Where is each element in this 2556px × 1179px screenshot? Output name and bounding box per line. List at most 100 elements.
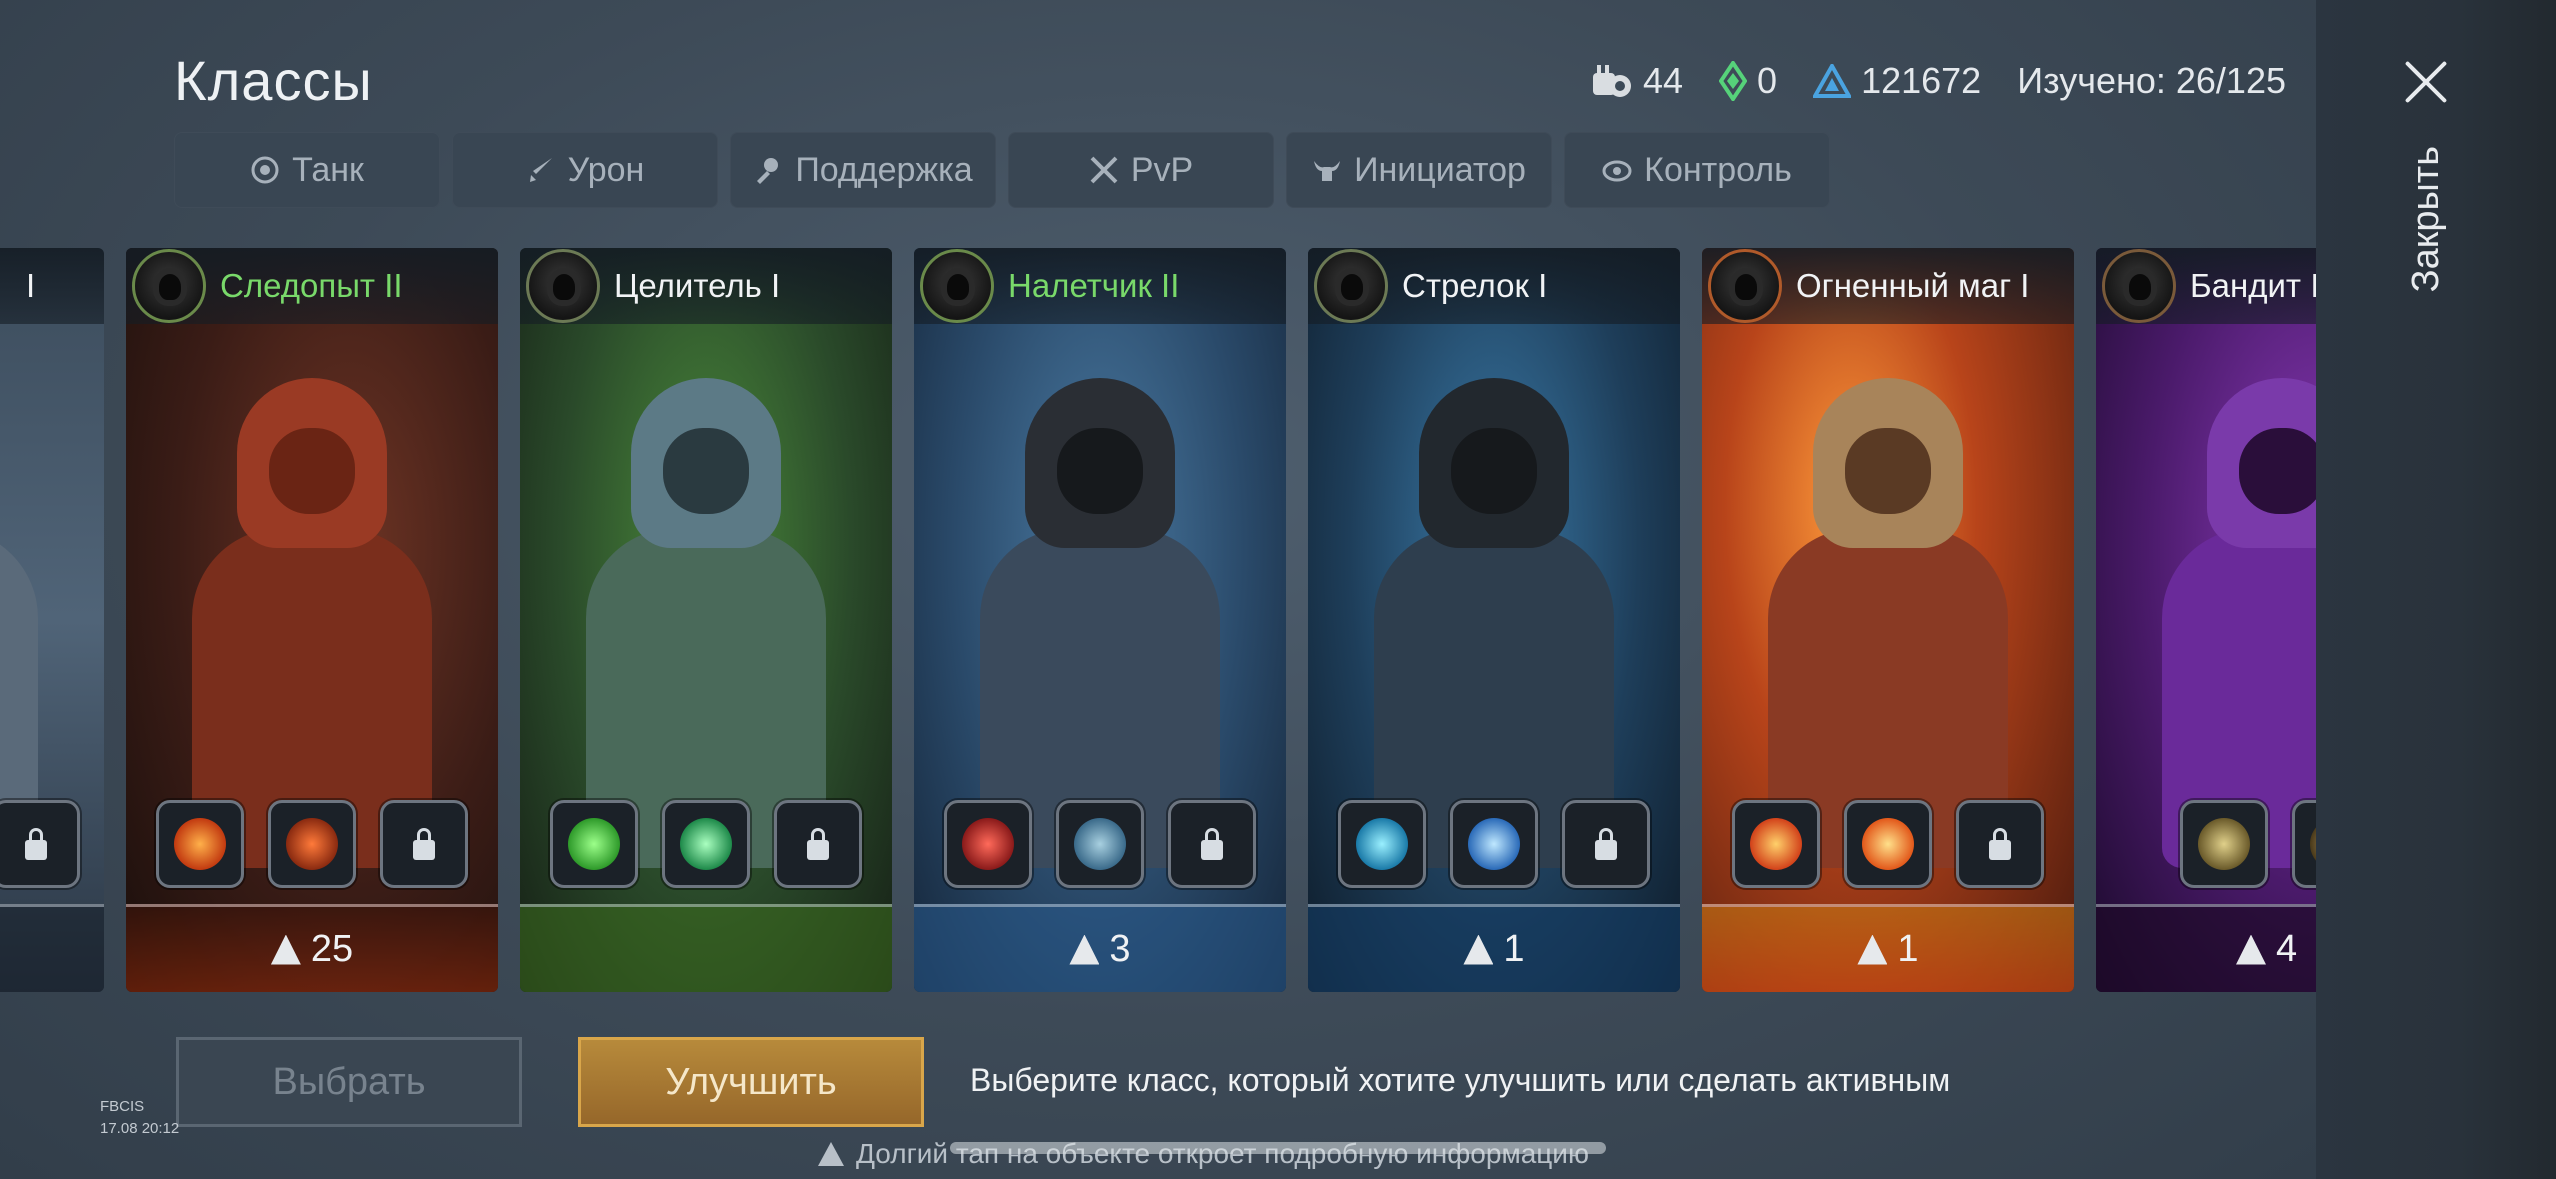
close-icon[interactable] [2402, 58, 2450, 106]
skill-slot-locked[interactable] [380, 800, 468, 888]
build-info: FBCIS 17.08 20:12 [100, 1096, 179, 1140]
studied-counter: Изучено: 26/125 [2017, 60, 2286, 101]
card-footer: 3 [914, 904, 1286, 992]
card-title: Следопыт II [220, 267, 403, 304]
skill-slot[interactable] [1056, 800, 1144, 888]
rune-icon [1069, 934, 1100, 965]
tab-initiator[interactable]: Инициатор [1286, 132, 1552, 208]
lock-icon [413, 828, 435, 860]
card-title: Налетчик II [1008, 267, 1180, 304]
skill-slot-locked[interactable] [1956, 800, 2044, 888]
card-title: Целитель I [614, 267, 781, 304]
class-card[interactable]: Огненный маг I 1 [1702, 248, 2074, 992]
card-footer: 25 [126, 904, 498, 992]
class-card[interactable]: I [0, 248, 104, 992]
rune-count: 1 [1897, 928, 1919, 970]
skill-slot[interactable] [944, 800, 1032, 888]
tab-support[interactable]: Поддержка [730, 132, 996, 208]
card-footer [0, 904, 104, 992]
rune-icon [1463, 934, 1494, 965]
lock-icon [25, 828, 47, 860]
avatar [1708, 249, 1782, 323]
page-title: Классы [174, 49, 373, 112]
tab-control[interactable]: Контроль [1564, 132, 1830, 208]
lock-icon [807, 828, 829, 860]
eye-icon [1602, 160, 1632, 182]
home-indicator[interactable] [950, 1142, 1606, 1154]
dagger-icon [529, 158, 552, 182]
blue-currency-count: 121672 [1861, 60, 1982, 101]
upgrade-button[interactable]: Улучшить [578, 1037, 924, 1127]
skill-slot[interactable] [268, 800, 356, 888]
tab-damage[interactable]: Урон [452, 132, 718, 208]
scrolls-stat: 44 [1591, 60, 1683, 102]
skill-slot[interactable] [550, 800, 638, 888]
lock-icon [1989, 828, 2011, 860]
class-cards: I Следопыт II 25 Целитель I Налетчик II [0, 248, 2316, 996]
card-footer: 1 [1702, 904, 2074, 992]
class-card[interactable]: Налетчик II 3 [914, 248, 1286, 992]
build-code: FBCIS [100, 1098, 145, 1115]
support-icon [757, 158, 779, 184]
tab-label: Поддержка [795, 150, 973, 189]
rune-count: 1 [1503, 928, 1525, 970]
select-button[interactable]: Выбрать [176, 1037, 522, 1127]
card-footer: 1 [1308, 904, 1680, 992]
avatar [920, 249, 994, 323]
blue-currency-stat: 121672 [1813, 60, 1981, 102]
avatar [1314, 249, 1388, 323]
class-card[interactable]: Следопыт II 25 [126, 248, 498, 992]
rune-icon [270, 934, 301, 965]
skill-slot[interactable] [1732, 800, 1820, 888]
card-title: Бандит I [2190, 267, 2316, 304]
close-panel[interactable]: Закрыть [2316, 0, 2556, 1179]
rune-icon [1857, 934, 1888, 965]
skill-slot[interactable] [2292, 800, 2316, 888]
class-filter-tabs: Танк Урон Поддержка PvP Инициатор Контро… [174, 132, 1830, 208]
rune-count: 25 [310, 928, 354, 970]
skill-slot-locked[interactable] [774, 800, 862, 888]
green-gem-icon [1719, 61, 1748, 101]
skill-slot-locked[interactable] [1168, 800, 1256, 888]
class-card[interactable]: Целитель I [520, 248, 892, 992]
green-currency-count: 0 [1757, 60, 1778, 101]
rune-count: 4 [2276, 928, 2298, 970]
skill-slot[interactable] [1338, 800, 1426, 888]
skill-slot[interactable] [1844, 800, 1932, 888]
avatar [526, 249, 600, 323]
rune-icon [2236, 934, 2266, 965]
lock-icon [1595, 828, 1617, 860]
tab-label: Инициатор [1354, 150, 1526, 189]
card-title: Огненный маг I [1796, 267, 2030, 304]
skill-slot[interactable] [156, 800, 244, 888]
skill-slot-locked[interactable] [0, 800, 80, 888]
class-card[interactable]: Бандит I 4 [2096, 248, 2316, 992]
crossed-swords-icon [1090, 156, 1118, 184]
avatar [132, 249, 206, 323]
card-footer: 4 [2096, 904, 2316, 992]
lock-icon [1201, 828, 1223, 860]
skill-slot[interactable] [1450, 800, 1538, 888]
avatar [2102, 249, 2176, 323]
card-footer [520, 904, 892, 992]
skill-slot[interactable] [2180, 800, 2268, 888]
currency-bar: 44 0 121672 Изучено: 26/125 [1591, 60, 2286, 102]
class-card[interactable]: Стрелок I 1 [1308, 248, 1680, 992]
build-date: 17.08 20:12 [100, 1120, 180, 1137]
blue-triangle-icon [1813, 64, 1852, 98]
tab-label: PvP [1130, 150, 1194, 189]
tab-tank[interactable]: Танк [174, 132, 440, 208]
card-title: Стрелок I [1402, 267, 1548, 304]
green-currency-stat: 0 [1719, 60, 1777, 102]
skill-slot-locked[interactable] [1562, 800, 1650, 888]
tab-pvp[interactable]: PvP [1008, 132, 1274, 208]
close-button[interactable]: Закрыть [2356, 40, 2496, 300]
skill-slot[interactable] [662, 800, 750, 888]
tab-label: Урон [567, 150, 645, 189]
scrolls-count: 44 [1643, 60, 1684, 101]
warning-icon [818, 1142, 844, 1166]
shield-icon [251, 156, 279, 184]
rune-count: 3 [1109, 928, 1131, 970]
close-label: Закрыть [2404, 146, 2447, 293]
scrolls-icon [1593, 65, 1631, 97]
